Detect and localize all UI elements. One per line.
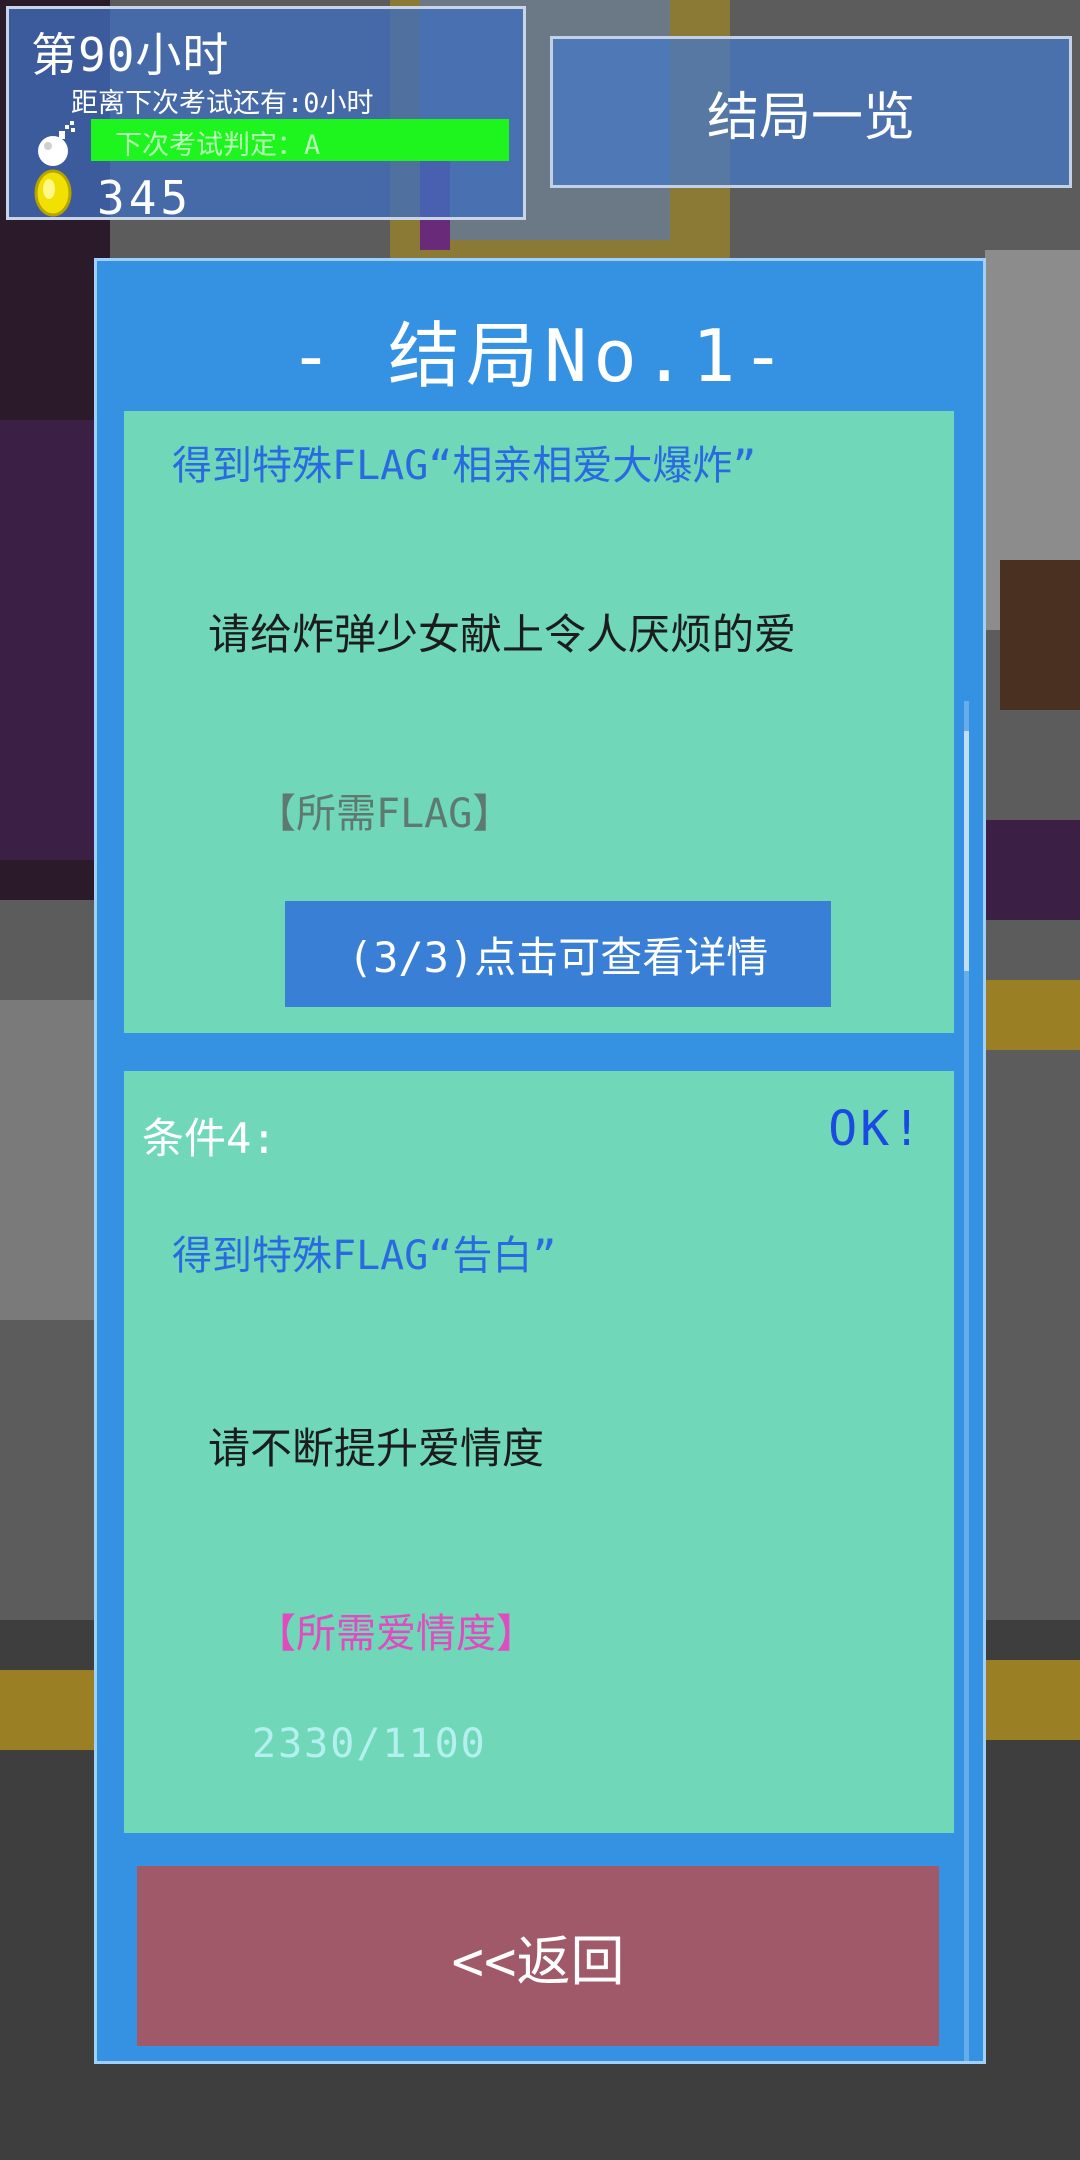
required-flag-label: 【所需FLAG】 — [256, 791, 513, 837]
love-progress-value: 2330/1100 — [252, 1721, 487, 1767]
elapsed-hours: 第90小时 — [31, 28, 230, 82]
status-hud: 第90小时 距离下次考试还有:0小时 下次考试判定：A 345 — [6, 6, 526, 225]
condition-card-love: 条件4: OK! 得到特殊FLAG“告白” 请不断提升爱情度 【所需爱情度】 2… — [124, 1071, 954, 1833]
exam-grade-bar: 下次考试判定：A — [91, 119, 509, 161]
love-hint: 请不断提升爱情度 — [208, 1424, 545, 1473]
endings-list-button[interactable]: 结局一览 — [550, 36, 1072, 188]
required-love-label: 【所需爱情度】 — [256, 1611, 536, 1657]
flag-hint: 请给炸弹少女献上令人厌烦的爱 — [208, 610, 797, 659]
coin-icon — [34, 169, 72, 217]
back-button[interactable]: <<返回 — [137, 1866, 939, 2046]
ending-dialog: - 结局No.1- 得到特殊FLAG“相亲相爱大爆炸” 请给炸弹少女献上令人厌烦… — [94, 258, 986, 2064]
bomb-icon — [38, 121, 75, 166]
condition-number: 条件4: — [142, 1114, 277, 1163]
condition-status-badge: OK! — [828, 1101, 924, 1157]
flag-requirement: 得到特殊FLAG“相亲相爱大爆炸” — [172, 443, 757, 489]
dialog-title: - 结局No.1- — [289, 314, 791, 398]
flag-requirement: 得到特殊FLAG“告白” — [172, 1233, 557, 1279]
scrollbar-thumb[interactable] — [964, 731, 969, 971]
exam-grade-label: 下次考试判定：A — [115, 130, 321, 161]
view-details-button[interactable]: (3/3)点击可查看详情 — [285, 901, 831, 1007]
coin-count: 345 — [97, 171, 193, 225]
condition-card-flag: 得到特殊FLAG“相亲相爱大爆炸” 请给炸弹少女献上令人厌烦的爱 【所需FLAG… — [124, 411, 954, 1033]
next-exam-countdown: 距离下次考试还有:0小时 — [71, 88, 374, 119]
